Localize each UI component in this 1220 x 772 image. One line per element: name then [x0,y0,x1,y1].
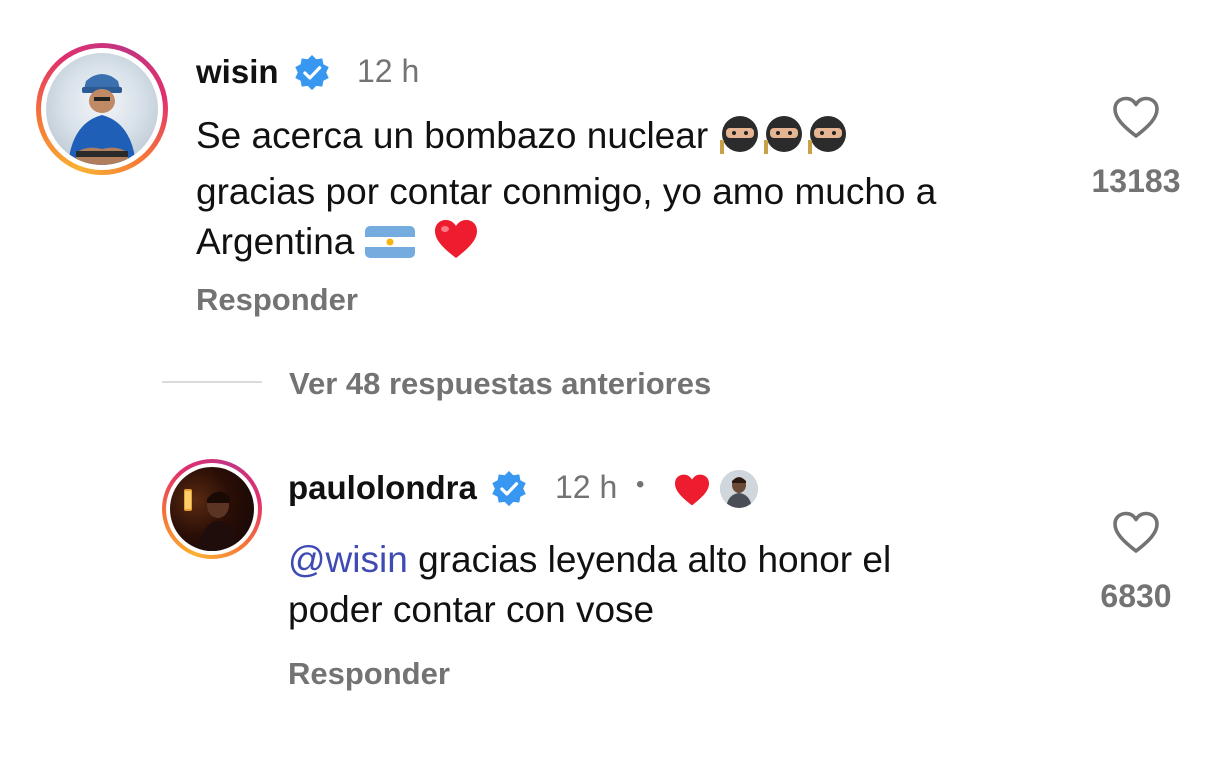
reply-timestamp: 12 h [555,469,618,505]
ninja-emoji [806,110,850,167]
comment-text-line-2: gracias por contar conmigo, yo amo mucho… [196,171,937,212]
ninja-emoji [718,110,762,167]
reply-username[interactable]: paulolondra [288,469,477,507]
creator-avatar-small [720,470,758,508]
comment-text-line-3: Argentina [196,221,355,262]
view-previous-replies-button[interactable]: Ver 48 respuestas anteriores [289,366,711,402]
reply-button[interactable]: Responder [196,282,358,318]
creator-liked-heart-icon [673,473,711,507]
comment-text-line-1: Se acerca un bombazo nuclear [196,115,709,156]
avatar-wisin[interactable] [36,43,168,175]
avatar-paulolondra[interactable] [162,459,262,559]
reply-text-line-2: poder contar con vose [288,589,655,630]
like-count: 6830 [1100,578,1172,614]
verified-badge-icon [490,470,528,508]
reply-text-line-1: gracias leyenda alto honor el [407,539,892,580]
reply-text: @wisin gracias leyenda alto honor el pod… [288,535,1048,635]
reply-button[interactable]: Responder [288,656,450,692]
mention-link[interactable]: @wisin [288,539,408,580]
ninja-emoji [762,110,806,167]
comment-username[interactable]: wisin [196,53,279,91]
dot-separator: • [636,471,645,498]
verified-badge-icon [293,54,331,92]
comment-text: Se acerca un bombazo nuclear gracias por… [196,110,1076,273]
like-count: 13183 [1091,163,1181,199]
like-heart-icon[interactable] [1112,96,1160,140]
replies-divider [162,381,262,383]
red-heart-emoji [433,218,479,273]
like-heart-icon[interactable] [1112,511,1160,555]
comment-timestamp: 12 h [357,53,420,89]
argentina-flag-emoji [364,223,415,273]
